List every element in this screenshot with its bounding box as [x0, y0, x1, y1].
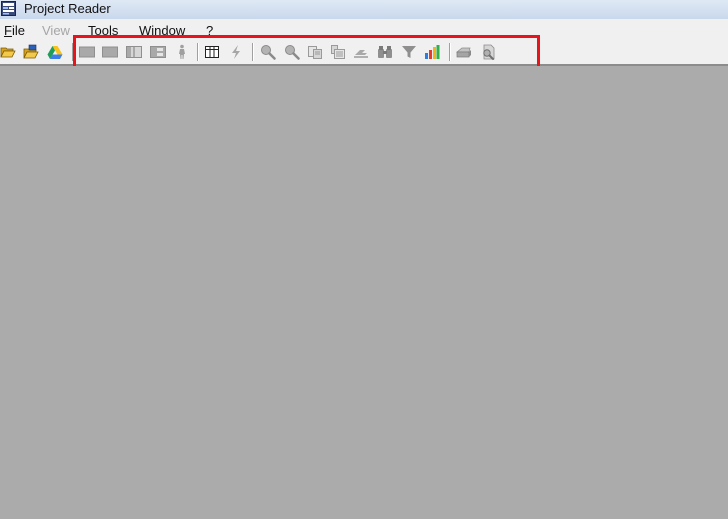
open-folder-icon[interactable] — [0, 44, 16, 60]
open-project-icon[interactable] — [23, 44, 39, 60]
menu-file-label: ile — [11, 23, 25, 38]
menu-file[interactable]: File — [4, 23, 25, 38]
menu-file-mnemonic: F — [4, 23, 12, 38]
google-drive-icon[interactable] — [47, 44, 63, 60]
menu-view[interactable]: View — [42, 23, 70, 38]
app-icon — [1, 1, 16, 16]
window-title: Project Reader — [24, 1, 111, 16]
title-bar: Project Reader — [0, 0, 728, 19]
workspace-area — [0, 66, 728, 519]
